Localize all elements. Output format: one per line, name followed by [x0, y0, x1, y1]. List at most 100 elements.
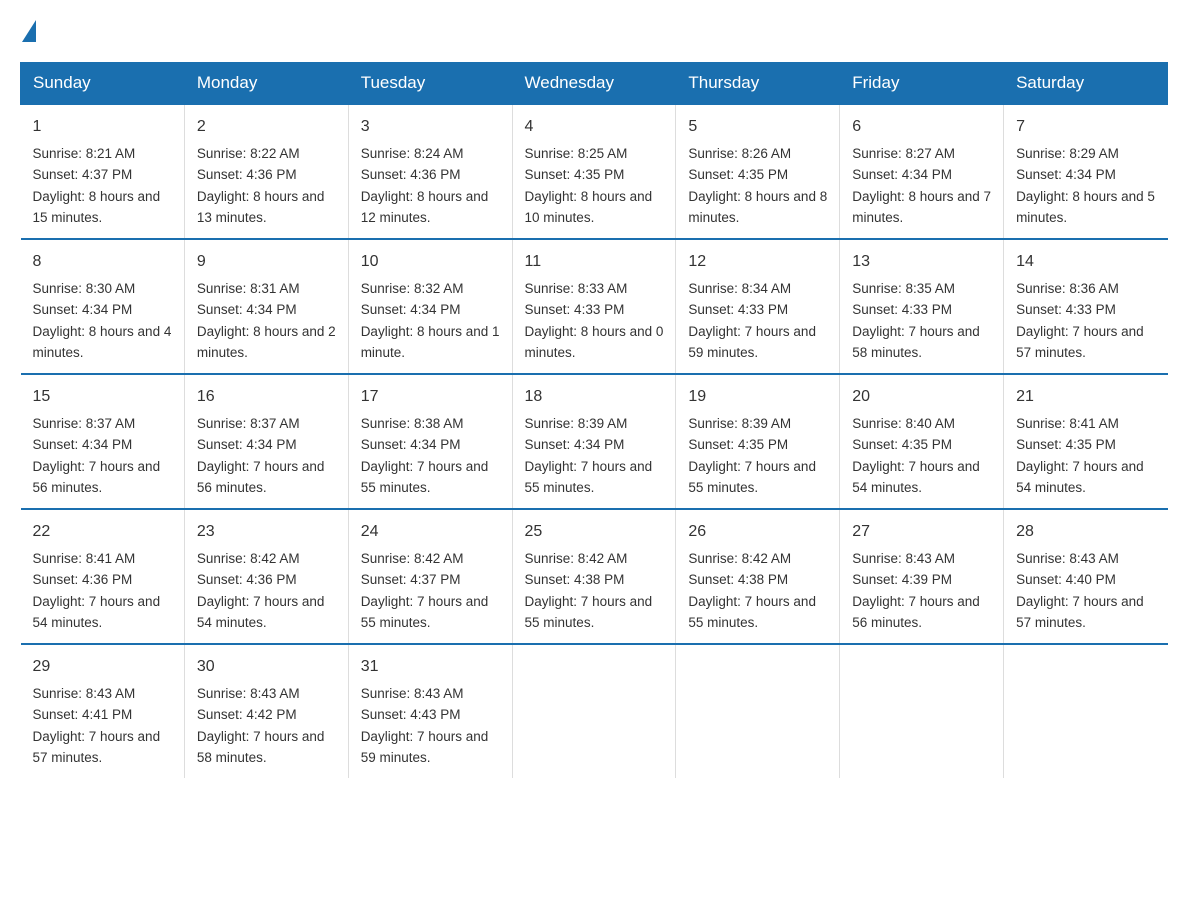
- day-of-week-wednesday: Wednesday: [512, 63, 676, 105]
- calendar-cell: 25 Sunrise: 8:42 AMSunset: 4:38 PMDaylig…: [512, 509, 676, 644]
- day-info: Sunrise: 8:24 AMSunset: 4:36 PMDaylight:…: [361, 146, 489, 225]
- calendar-week-5: 29 Sunrise: 8:43 AMSunset: 4:41 PMDaylig…: [21, 644, 1168, 778]
- day-number: 9: [197, 250, 336, 274]
- calendar-cell: 20 Sunrise: 8:40 AMSunset: 4:35 PMDaylig…: [840, 374, 1004, 509]
- calendar-cell: 30 Sunrise: 8:43 AMSunset: 4:42 PMDaylig…: [184, 644, 348, 778]
- day-number: 15: [33, 385, 172, 409]
- calendar-cell: 24 Sunrise: 8:42 AMSunset: 4:37 PMDaylig…: [348, 509, 512, 644]
- day-info: Sunrise: 8:39 AMSunset: 4:35 PMDaylight:…: [688, 416, 816, 495]
- day-of-week-sunday: Sunday: [21, 63, 185, 105]
- day-info: Sunrise: 8:22 AMSunset: 4:36 PMDaylight:…: [197, 146, 325, 225]
- calendar-cell: 6 Sunrise: 8:27 AMSunset: 4:34 PMDayligh…: [840, 104, 1004, 239]
- day-info: Sunrise: 8:37 AMSunset: 4:34 PMDaylight:…: [197, 416, 325, 495]
- calendar-cell: 26 Sunrise: 8:42 AMSunset: 4:38 PMDaylig…: [676, 509, 840, 644]
- day-info: Sunrise: 8:39 AMSunset: 4:34 PMDaylight:…: [525, 416, 653, 495]
- calendar-cell: 5 Sunrise: 8:26 AMSunset: 4:35 PMDayligh…: [676, 104, 840, 239]
- calendar-cell: 12 Sunrise: 8:34 AMSunset: 4:33 PMDaylig…: [676, 239, 840, 374]
- calendar-cell: 28 Sunrise: 8:43 AMSunset: 4:40 PMDaylig…: [1004, 509, 1168, 644]
- calendar-week-1: 1 Sunrise: 8:21 AMSunset: 4:37 PMDayligh…: [21, 104, 1168, 239]
- day-number: 10: [361, 250, 500, 274]
- calendar-cell: 15 Sunrise: 8:37 AMSunset: 4:34 PMDaylig…: [21, 374, 185, 509]
- day-number: 12: [688, 250, 827, 274]
- day-number: 2: [197, 115, 336, 139]
- calendar-cell: 31 Sunrise: 8:43 AMSunset: 4:43 PMDaylig…: [348, 644, 512, 778]
- calendar-cell: 11 Sunrise: 8:33 AMSunset: 4:33 PMDaylig…: [512, 239, 676, 374]
- day-info: Sunrise: 8:32 AMSunset: 4:34 PMDaylight:…: [361, 281, 500, 360]
- day-info: Sunrise: 8:42 AMSunset: 4:38 PMDaylight:…: [525, 551, 653, 630]
- day-info: Sunrise: 8:41 AMSunset: 4:36 PMDaylight:…: [33, 551, 161, 630]
- day-info: Sunrise: 8:35 AMSunset: 4:33 PMDaylight:…: [852, 281, 980, 360]
- day-number: 11: [525, 250, 664, 274]
- day-number: 13: [852, 250, 991, 274]
- day-number: 3: [361, 115, 500, 139]
- day-of-week-friday: Friday: [840, 63, 1004, 105]
- day-number: 19: [688, 385, 827, 409]
- day-info: Sunrise: 8:38 AMSunset: 4:34 PMDaylight:…: [361, 416, 489, 495]
- day-info: Sunrise: 8:25 AMSunset: 4:35 PMDaylight:…: [525, 146, 653, 225]
- day-number: 14: [1016, 250, 1155, 274]
- day-info: Sunrise: 8:42 AMSunset: 4:36 PMDaylight:…: [197, 551, 325, 630]
- calendar-cell: 1 Sunrise: 8:21 AMSunset: 4:37 PMDayligh…: [21, 104, 185, 239]
- calendar-cell: [1004, 644, 1168, 778]
- day-number: 18: [525, 385, 664, 409]
- day-info: Sunrise: 8:40 AMSunset: 4:35 PMDaylight:…: [852, 416, 980, 495]
- day-number: 8: [33, 250, 172, 274]
- day-number: 17: [361, 385, 500, 409]
- day-info: Sunrise: 8:43 AMSunset: 4:41 PMDaylight:…: [33, 686, 161, 765]
- calendar-table: SundayMondayTuesdayWednesdayThursdayFrid…: [20, 62, 1168, 778]
- day-info: Sunrise: 8:30 AMSunset: 4:34 PMDaylight:…: [33, 281, 172, 360]
- day-info: Sunrise: 8:21 AMSunset: 4:37 PMDaylight:…: [33, 146, 161, 225]
- day-info: Sunrise: 8:37 AMSunset: 4:34 PMDaylight:…: [33, 416, 161, 495]
- page-header: [20, 20, 1168, 42]
- day-info: Sunrise: 8:42 AMSunset: 4:37 PMDaylight:…: [361, 551, 489, 630]
- day-number: 16: [197, 385, 336, 409]
- day-info: Sunrise: 8:42 AMSunset: 4:38 PMDaylight:…: [688, 551, 816, 630]
- calendar-cell: [840, 644, 1004, 778]
- logo-triangle-icon: [22, 20, 36, 42]
- calendar-cell: 19 Sunrise: 8:39 AMSunset: 4:35 PMDaylig…: [676, 374, 840, 509]
- day-info: Sunrise: 8:29 AMSunset: 4:34 PMDaylight:…: [1016, 146, 1155, 225]
- day-number: 4: [525, 115, 664, 139]
- day-of-week-saturday: Saturday: [1004, 63, 1168, 105]
- calendar-cell: 17 Sunrise: 8:38 AMSunset: 4:34 PMDaylig…: [348, 374, 512, 509]
- calendar-cell: 18 Sunrise: 8:39 AMSunset: 4:34 PMDaylig…: [512, 374, 676, 509]
- day-info: Sunrise: 8:36 AMSunset: 4:33 PMDaylight:…: [1016, 281, 1144, 360]
- day-info: Sunrise: 8:43 AMSunset: 4:40 PMDaylight:…: [1016, 551, 1144, 630]
- calendar-cell: 4 Sunrise: 8:25 AMSunset: 4:35 PMDayligh…: [512, 104, 676, 239]
- day-number: 28: [1016, 520, 1155, 544]
- calendar-cell: 16 Sunrise: 8:37 AMSunset: 4:34 PMDaylig…: [184, 374, 348, 509]
- day-info: Sunrise: 8:27 AMSunset: 4:34 PMDaylight:…: [852, 146, 991, 225]
- calendar-cell: 2 Sunrise: 8:22 AMSunset: 4:36 PMDayligh…: [184, 104, 348, 239]
- day-number: 30: [197, 655, 336, 679]
- day-info: Sunrise: 8:41 AMSunset: 4:35 PMDaylight:…: [1016, 416, 1144, 495]
- day-info: Sunrise: 8:43 AMSunset: 4:43 PMDaylight:…: [361, 686, 489, 765]
- day-info: Sunrise: 8:33 AMSunset: 4:33 PMDaylight:…: [525, 281, 664, 360]
- calendar-cell: 23 Sunrise: 8:42 AMSunset: 4:36 PMDaylig…: [184, 509, 348, 644]
- calendar-cell: [512, 644, 676, 778]
- calendar-cell: 10 Sunrise: 8:32 AMSunset: 4:34 PMDaylig…: [348, 239, 512, 374]
- day-number: 7: [1016, 115, 1155, 139]
- calendar-header-row: SundayMondayTuesdayWednesdayThursdayFrid…: [21, 63, 1168, 105]
- calendar-cell: 21 Sunrise: 8:41 AMSunset: 4:35 PMDaylig…: [1004, 374, 1168, 509]
- day-info: Sunrise: 8:43 AMSunset: 4:39 PMDaylight:…: [852, 551, 980, 630]
- day-number: 24: [361, 520, 500, 544]
- day-number: 22: [33, 520, 172, 544]
- day-info: Sunrise: 8:43 AMSunset: 4:42 PMDaylight:…: [197, 686, 325, 765]
- day-info: Sunrise: 8:26 AMSunset: 4:35 PMDaylight:…: [688, 146, 827, 225]
- day-number: 6: [852, 115, 991, 139]
- calendar-cell: 8 Sunrise: 8:30 AMSunset: 4:34 PMDayligh…: [21, 239, 185, 374]
- day-of-week-monday: Monday: [184, 63, 348, 105]
- calendar-cell: 14 Sunrise: 8:36 AMSunset: 4:33 PMDaylig…: [1004, 239, 1168, 374]
- day-number: 23: [197, 520, 336, 544]
- day-number: 21: [1016, 385, 1155, 409]
- day-number: 5: [688, 115, 827, 139]
- calendar-week-4: 22 Sunrise: 8:41 AMSunset: 4:36 PMDaylig…: [21, 509, 1168, 644]
- calendar-cell: [676, 644, 840, 778]
- calendar-cell: 9 Sunrise: 8:31 AMSunset: 4:34 PMDayligh…: [184, 239, 348, 374]
- day-info: Sunrise: 8:31 AMSunset: 4:34 PMDaylight:…: [197, 281, 336, 360]
- calendar-cell: 3 Sunrise: 8:24 AMSunset: 4:36 PMDayligh…: [348, 104, 512, 239]
- day-number: 26: [688, 520, 827, 544]
- day-number: 25: [525, 520, 664, 544]
- calendar-cell: 13 Sunrise: 8:35 AMSunset: 4:33 PMDaylig…: [840, 239, 1004, 374]
- day-number: 1: [33, 115, 172, 139]
